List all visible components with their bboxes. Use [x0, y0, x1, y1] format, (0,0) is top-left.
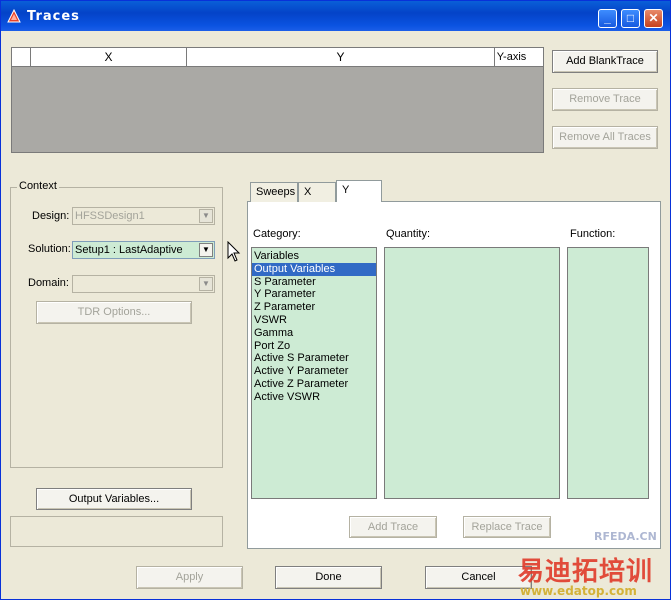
chevron-down-icon[interactable]: ▼	[199, 209, 213, 223]
category-item[interactable]: Active S Parameter	[252, 352, 376, 365]
design-select[interactable]: HFSSDesign1 ▼	[72, 207, 215, 225]
edatop-url-watermark: www.edatop.com	[520, 584, 637, 598]
grid-col-yaxis[interactable]: Y-axis	[494, 48, 528, 66]
category-item[interactable]: Output Variables	[252, 262, 376, 276]
category-item[interactable]: Z Parameter	[252, 301, 376, 314]
category-item[interactable]: Active Y Parameter	[252, 365, 376, 378]
category-item[interactable]: Active VSWR	[252, 391, 376, 404]
category-item[interactable]: Y Parameter	[252, 288, 376, 301]
context-group-title: Context	[17, 180, 59, 192]
tab-y[interactable]: Y	[336, 180, 382, 202]
window-title: Traces	[27, 9, 80, 24]
solution-select[interactable]: Setup1 : LastAdaptive ▼	[72, 241, 215, 259]
quantity-list[interactable]	[384, 247, 560, 499]
traces-window: Traces _ □ ✕ X Y Y-axis Add BlankTrace R…	[0, 0, 671, 600]
design-value: HFSSDesign1	[75, 210, 145, 222]
category-item[interactable]: Variables	[252, 250, 376, 263]
replace-trace-button[interactable]: Replace Trace	[463, 516, 551, 538]
tab-y-joiner	[337, 200, 381, 203]
function-label: Function:	[570, 228, 616, 240]
domain-label: Domain:	[28, 277, 69, 289]
tab-x[interactable]: X	[298, 182, 336, 202]
cancel-button[interactable]: Cancel	[425, 566, 532, 589]
edatop-watermark: 易迪拓培训	[518, 557, 654, 587]
category-item[interactable]: Port Zo	[252, 340, 376, 353]
category-item[interactable]: Gamma	[252, 327, 376, 340]
grid-header: X Y Y-axis	[12, 48, 543, 67]
apply-button[interactable]: Apply	[136, 566, 243, 589]
remove-trace-button[interactable]: Remove Trace	[552, 88, 658, 111]
grid-col-y[interactable]: Y	[186, 48, 494, 66]
category-item[interactable]: Active Z Parameter	[252, 378, 376, 391]
minimize-icon[interactable]: _	[598, 9, 617, 28]
solution-value: Setup1 : LastAdaptive	[75, 244, 183, 256]
title-bar[interactable]: Traces _ □ ✕	[1, 1, 670, 31]
function-list[interactable]	[567, 247, 649, 499]
add-trace-button[interactable]: Add Trace	[349, 516, 437, 538]
category-list[interactable]: Variables Output Variables S Parameter Y Pa…	[251, 247, 377, 499]
domain-select[interactable]: ▼	[72, 275, 215, 293]
close-icon[interactable]: ✕	[644, 9, 663, 28]
maximize-icon[interactable]: □	[621, 9, 640, 28]
quantity-label: Quantity:	[386, 228, 431, 240]
add-blank-trace-button[interactable]: Add BlankTrace	[552, 50, 658, 73]
category-item[interactable]: S Parameter	[252, 276, 376, 289]
status-box	[10, 516, 223, 547]
solution-label: Solution:	[28, 243, 71, 255]
grid-col-x[interactable]: X	[30, 48, 186, 66]
traces-grid[interactable]: X Y Y-axis	[11, 47, 544, 153]
tab-sweeps[interactable]: Sweeps	[250, 182, 298, 202]
chevron-down-icon[interactable]: ▼	[199, 243, 213, 257]
done-button[interactable]: Done	[275, 566, 382, 589]
category-label: Category:	[253, 228, 301, 240]
design-label: Design:	[32, 210, 70, 222]
remove-all-traces-button[interactable]: Remove All Traces	[552, 126, 658, 149]
category-item[interactable]: VSWR	[252, 314, 376, 327]
chevron-down-icon[interactable]: ▼	[199, 277, 213, 291]
tdr-options-button[interactable]: TDR Options...	[36, 301, 192, 324]
rfeda-watermark: RFEDA.CN	[594, 530, 657, 543]
context-group: Context	[10, 180, 223, 468]
ansoft-logo-icon	[7, 9, 21, 23]
output-variables-button[interactable]: Output Variables...	[36, 488, 192, 510]
mouse-cursor-icon	[227, 241, 241, 262]
